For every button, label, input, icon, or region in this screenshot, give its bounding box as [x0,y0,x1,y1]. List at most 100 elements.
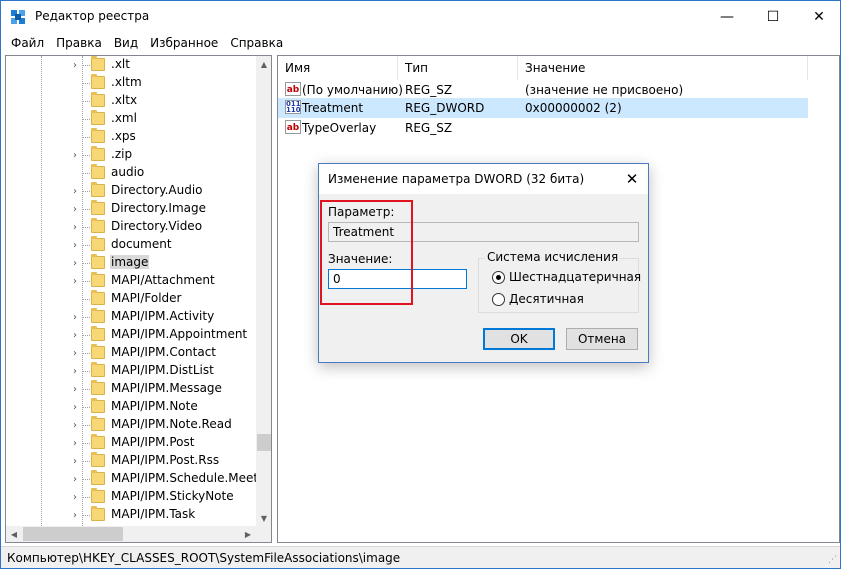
expand-chevron-icon[interactable]: › [71,344,79,362]
column-header-data[interactable]: Значение [518,56,808,80]
folder-icon [91,380,105,395]
scroll-right-icon[interactable]: ▶ [240,526,256,542]
dialog-close-icon[interactable]: ✕ [624,170,640,188]
tree-item[interactable]: › MAPI/IPM.Contact [6,344,256,362]
tree-connector [83,191,90,192]
tree-horizontal-scrollbar[interactable]: ◀ ▶ [6,526,256,542]
tree-item[interactable]: › .xlt [6,56,256,74]
expand-chevron-icon [71,164,79,182]
resize-grip-icon[interactable]: ⋰ [828,555,837,565]
menu-file[interactable]: Файл [5,36,50,50]
expand-chevron-icon[interactable]: › [71,362,79,380]
tree-item[interactable]: › document [6,236,256,254]
tree-vertical-scrollbar[interactable]: ▲ ▼ [256,56,271,526]
tree-connector [83,173,90,174]
value-type: REG_DWORD [405,101,485,115]
folder-icon [91,236,105,251]
radio-unchecked-icon[interactable] [492,292,505,306]
tree-item-label: Directory.Video [111,219,203,233]
scroll-down-icon[interactable]: ▼ [256,510,271,526]
tree-item[interactable]: .xltx [6,92,256,110]
tree-connector [83,119,90,120]
expand-chevron-icon[interactable]: › [71,506,79,524]
folder-icon [91,272,105,287]
column-header-type[interactable]: Тип [398,56,518,80]
menu-bar: Файл Правка Вид Избранное Справка [1,32,840,54]
expand-chevron-icon[interactable]: › [71,488,79,506]
tree-item[interactable]: › MAPI/IPM.Note [6,398,256,416]
menu-favorites[interactable]: Избранное [144,36,224,50]
maximize-button[interactable]: ☐ [750,1,796,32]
value-row[interactable]: ab (По умолчанию) REG_SZ (значение не пр… [278,80,808,100]
expand-chevron-icon[interactable]: › [71,218,79,236]
string-value-icon: ab [285,82,301,96]
tree-item[interactable]: › MAPI/IPM.StickyNote [6,488,256,506]
scroll-thumb[interactable] [257,434,271,451]
value-name: TypeOverlay [302,121,377,135]
tree-item-label: MAPI/IPM.Task [111,507,196,521]
expand-chevron-icon[interactable]: › [71,308,79,326]
value-type: REG_SZ [405,121,453,135]
folder-icon [91,434,105,449]
tree-item[interactable]: › MAPI/IPM.Note.Read [6,416,256,434]
radio-hexadecimal[interactable]: Шестнадцатеричная [492,269,641,285]
column-header-name[interactable]: Имя [278,56,398,80]
tree-item[interactable]: › MAPI/IPM.Post.Rss [6,452,256,470]
scroll-left-icon[interactable]: ◀ [6,526,22,542]
menu-help[interactable]: Справка [224,36,289,50]
expand-chevron-icon[interactable]: › [71,182,79,200]
radio-decimal[interactable]: Десятичная [492,291,584,307]
tree-item[interactable]: › MAPI/IPM.Post [6,434,256,452]
scroll-thumb[interactable] [23,527,123,541]
cancel-button[interactable]: Отмена [566,328,638,350]
tree-connector [83,317,90,318]
expand-chevron-icon[interactable]: › [71,326,79,344]
tree-connector [83,227,90,228]
expand-chevron-icon[interactable]: › [71,470,79,488]
tree-item[interactable]: › MAPI/Attachment [6,272,256,290]
folder-icon [91,398,105,413]
radio-checked-icon[interactable] [492,270,505,284]
menu-view[interactable]: Вид [108,36,144,50]
key-tree[interactable]: › .xlt .xltm .xltx .xml .xps › .zip audio › Direct… [5,55,272,543]
tree-item[interactable]: MAPI/Folder [6,290,256,308]
tree-item[interactable]: audio [6,164,256,182]
tree-item[interactable]: .xps [6,128,256,146]
value-row[interactable]: 011 110 Treatment REG_DWORD 0x00000002 (2… [278,98,808,118]
expand-chevron-icon[interactable]: › [71,272,79,290]
expand-chevron-icon[interactable]: › [71,434,79,452]
tree-connector [83,101,90,102]
tree-item[interactable]: › MAPI/IPM.Message [6,380,256,398]
tree-connector [83,461,90,462]
tree-item[interactable]: › .zip [6,146,256,164]
tree-item[interactable]: › image [6,254,256,272]
expand-chevron-icon [71,128,79,146]
ok-button[interactable]: OK [483,328,555,350]
expand-chevron-icon[interactable]: › [71,416,79,434]
expand-chevron-icon[interactable]: › [71,380,79,398]
expand-chevron-icon[interactable]: › [71,146,79,164]
tree-item[interactable]: › Directory.Video [6,218,256,236]
tree-item[interactable]: .xltm [6,74,256,92]
tree-item[interactable]: › MAPI/IPM.DistList [6,362,256,380]
folder-icon [91,254,105,269]
scroll-up-icon[interactable]: ▲ [256,56,271,72]
expand-chevron-icon[interactable]: › [71,200,79,218]
tree-item[interactable]: › MAPI/IPM.Schedule.Meeting [6,470,271,488]
minimize-button[interactable]: — [704,1,750,32]
expand-chevron-icon[interactable]: › [71,56,79,74]
tree-item[interactable]: › Directory.Image [6,200,256,218]
tree-item[interactable]: › MAPI/IPM.Activity [6,308,256,326]
menu-edit[interactable]: Правка [50,36,108,50]
value-row[interactable]: ab TypeOverlay REG_SZ [278,118,808,138]
tree-item[interactable]: .xml [6,110,256,128]
expand-chevron-icon[interactable]: › [71,398,79,416]
expand-chevron-icon[interactable]: › [71,452,79,470]
expand-chevron-icon[interactable]: › [71,236,79,254]
tree-connector [83,299,90,300]
close-button[interactable]: ✕ [796,1,841,32]
tree-item[interactable]: › MAPI/IPM.Appointment [6,326,256,344]
tree-item[interactable]: › Directory.Audio [6,182,256,200]
expand-chevron-icon[interactable]: › [71,254,79,272]
tree-item[interactable]: › MAPI/IPM.Task [6,506,256,524]
